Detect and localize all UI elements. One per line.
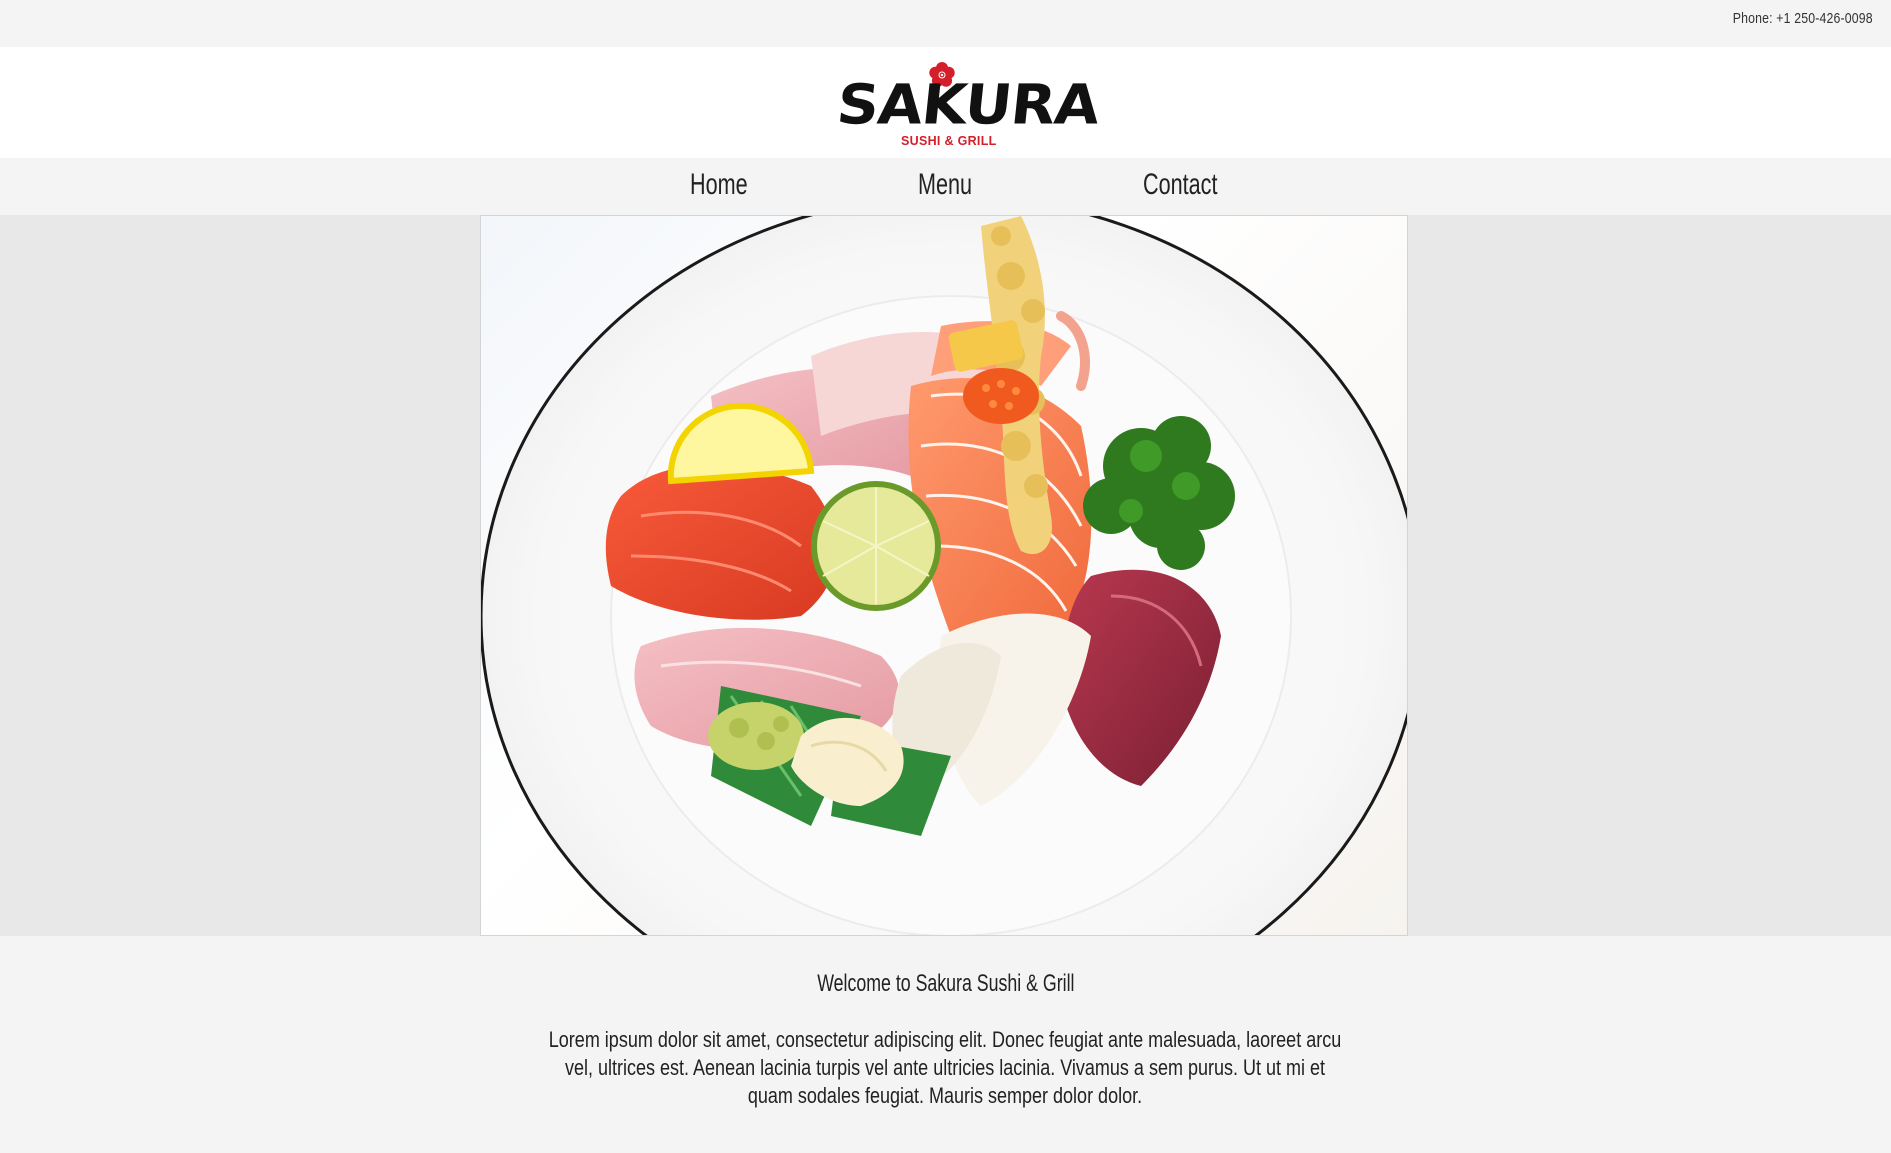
welcome-body: Lorem ipsum dolor sit amet, consectetur … — [545, 1026, 1345, 1110]
welcome-title: Welcome to Sakura Sushi & Grill — [816, 970, 1075, 997]
nav-item-home[interactable]: Home — [690, 168, 748, 202]
nav-item-menu[interactable]: Menu — [918, 168, 972, 202]
welcome-body-text: Lorem ipsum dolor sit amet, consectetur … — [548, 1027, 1342, 1108]
main-navigation: Home Menu Contact — [0, 158, 1891, 216]
logo-tagline: SUSHI & GRILL — [901, 134, 997, 148]
logo-wordmark: SAKURA — [834, 72, 1103, 137]
site-logo[interactable]: SAKURA SUSHI & GRILL — [830, 61, 1102, 153]
hero-image — [480, 215, 1408, 936]
site-header: SAKURA SUSHI & GRILL — [0, 47, 1891, 158]
welcome-section: Welcome to Sakura Sushi & Grill — [0, 970, 1891, 998]
nav-item-contact[interactable]: Contact — [1143, 168, 1217, 202]
top-info-bar: Phone: +1 250-426-0098 — [0, 0, 1891, 47]
phone-number[interactable]: Phone: +1 250-426-0098 — [1733, 10, 1873, 27]
sashimi-plate-illustration — [481, 216, 1407, 935]
